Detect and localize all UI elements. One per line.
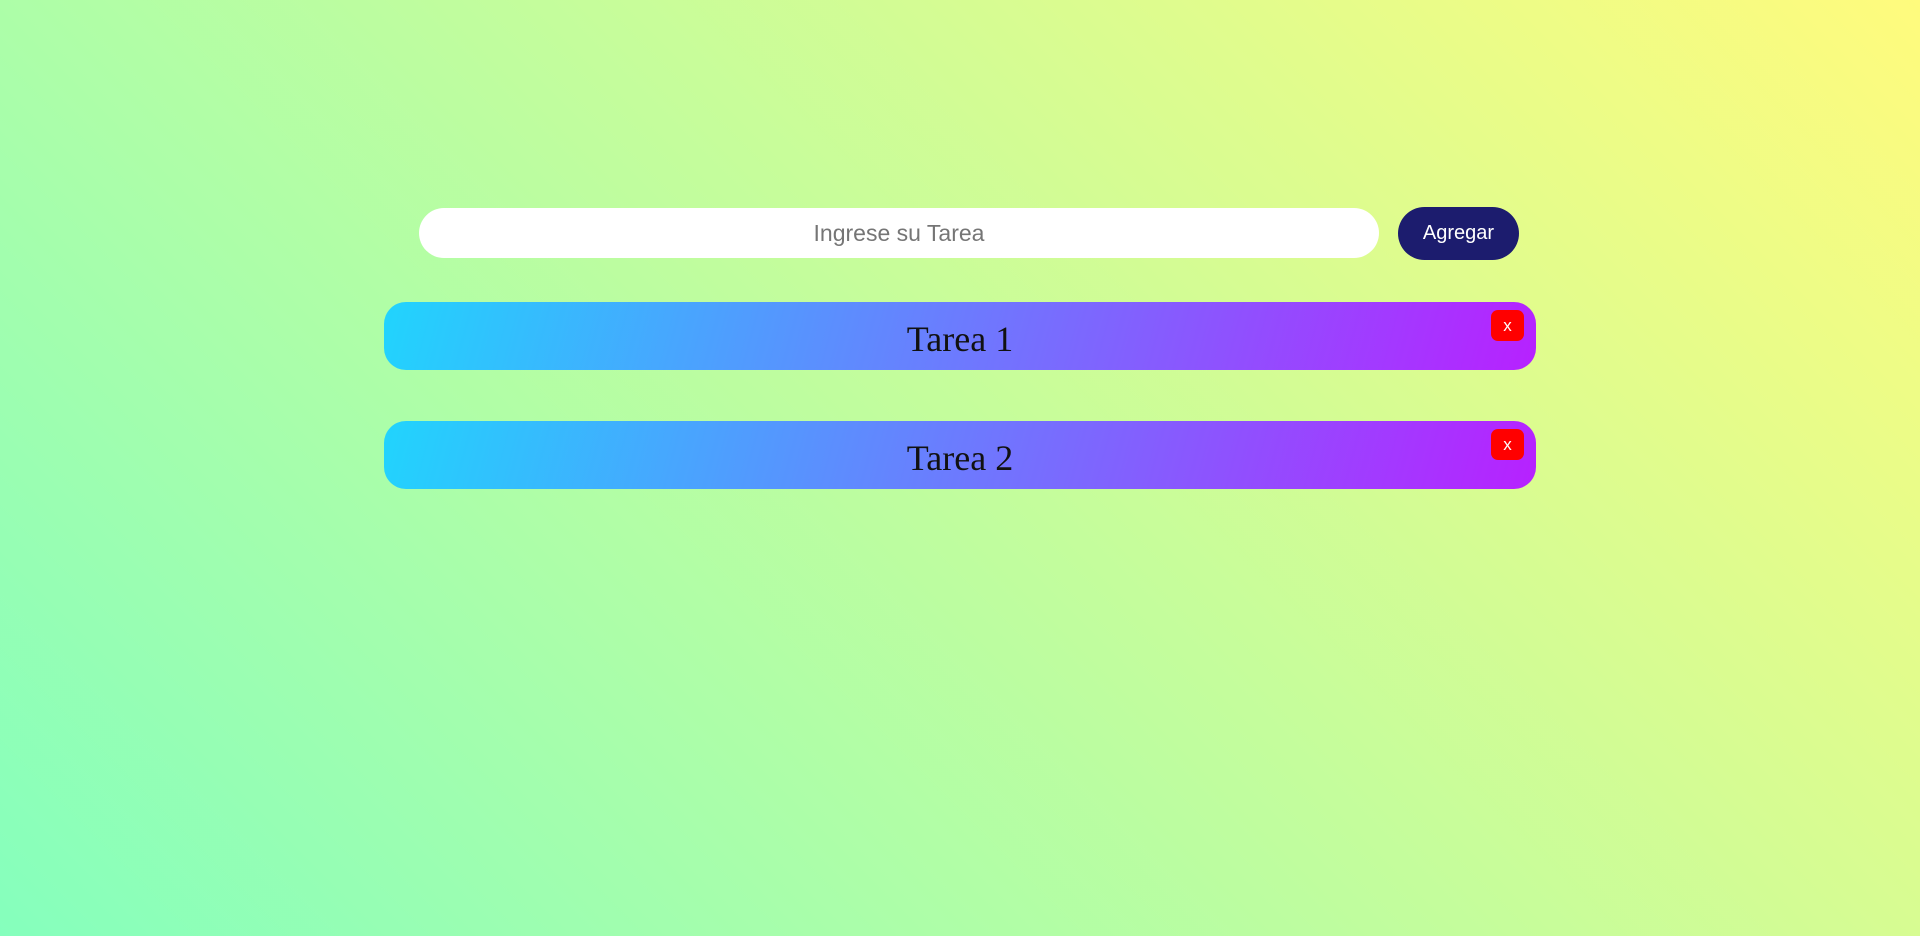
task-text: Tarea 2 xyxy=(906,438,1014,478)
task-text: Tarea 1 xyxy=(906,319,1014,359)
delete-task-button[interactable]: x xyxy=(1491,429,1524,460)
task-item: Tarea 2 x xyxy=(384,421,1536,489)
add-task-button[interactable]: Agregar xyxy=(1398,207,1519,260)
task-item: Tarea 1 x xyxy=(384,302,1536,370)
task-input[interactable] xyxy=(419,208,1379,258)
delete-task-button[interactable]: x xyxy=(1491,310,1524,341)
task-list: Tarea 1 x Tarea 2 x xyxy=(384,302,1536,540)
task-form: Agregar xyxy=(419,207,1519,260)
